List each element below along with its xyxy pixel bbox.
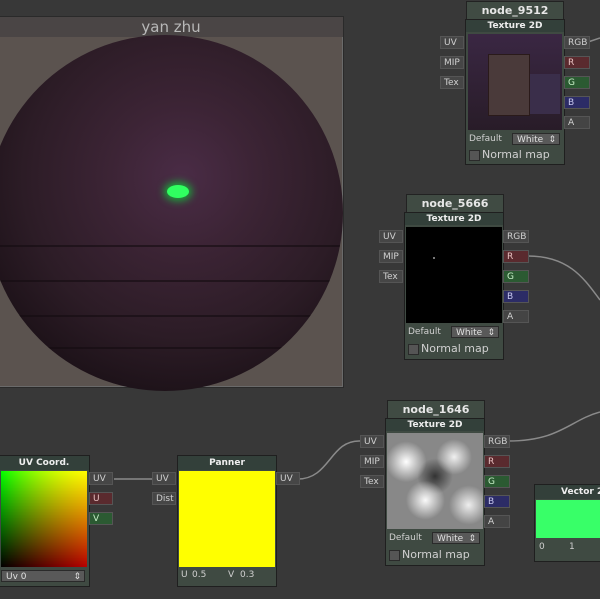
node-9512-mip-input[interactable]: MIP: [440, 56, 464, 69]
node-1646-mip-input[interactable]: MIP: [360, 455, 384, 468]
node-9512-body[interactable]: Texture 2D Default White ⇕ Normal map: [465, 19, 565, 165]
node-9512-texture-preview: [468, 34, 562, 130]
brick-line: [0, 347, 343, 349]
node-5666-mip-input[interactable]: MIP: [379, 250, 403, 263]
node-5666-r-output[interactable]: R: [503, 250, 529, 263]
node-5666-body[interactable]: Texture 2D Default White ⇕ Normal map: [404, 212, 504, 360]
preview-sphere[interactable]: [0, 35, 343, 391]
uv-channel-value: Uv 0: [6, 572, 27, 582]
node-5666-default-label: Default: [408, 327, 441, 337]
node-9512-g-output[interactable]: G: [564, 76, 590, 89]
node-1646-texture-preview: [387, 433, 483, 529]
node-1646-default-label: Default: [389, 533, 422, 543]
node-1646-normal-map-label: Normal map: [402, 548, 470, 561]
node-1646-r-output[interactable]: R: [484, 455, 510, 468]
node-1646-default-value: White: [437, 534, 464, 544]
brick-line: [0, 245, 343, 247]
node-9512-a-output[interactable]: A: [564, 116, 590, 129]
panner-node[interactable]: Panner U 0.5 V 0.3: [177, 455, 277, 587]
node-9512-default-label: Default: [469, 134, 502, 144]
dropdown-arrow-icon: ⇕: [468, 534, 476, 544]
preview-window[interactable]: yan zhu: [0, 16, 344, 391]
texture-detail: [433, 257, 435, 259]
uv-coord-title: UV Coord.: [0, 456, 89, 470]
vector-preview: [536, 500, 600, 538]
node-5666-texture-preview: [406, 227, 502, 323]
node-1646-type: Texture 2D: [386, 419, 484, 431]
glow-spot: [167, 185, 189, 198]
node-9512-normal-map-label: Normal map: [482, 148, 550, 161]
vector-node[interactable]: Vector 2 0 1: [534, 484, 600, 562]
vector-value-1[interactable]: 1: [569, 542, 575, 552]
node-5666-rgb-output[interactable]: RGB: [503, 230, 529, 243]
node-1646-normal-map-checkbox[interactable]: [389, 550, 400, 561]
wire-node1646-out: [507, 411, 600, 442]
node-5666-normal-map-checkbox[interactable]: [408, 344, 419, 355]
node-9512-uv-input[interactable]: UV: [440, 36, 464, 49]
node-5666-uv-input[interactable]: UV: [379, 230, 403, 243]
node-9512-b-output[interactable]: B: [564, 96, 590, 109]
preview-title: yan zhu: [0, 17, 343, 37]
node-5666-default-value: White: [456, 328, 483, 338]
node-9512-header[interactable]: node_9512: [466, 1, 564, 21]
node-1646-b-output[interactable]: B: [484, 495, 510, 508]
panner-uv-output[interactable]: UV: [276, 472, 300, 485]
uv-coord-u-output[interactable]: U: [89, 492, 113, 505]
node-5666-tex-input[interactable]: Tex: [379, 270, 403, 283]
uv-coord-uv-output[interactable]: UV: [89, 472, 113, 485]
vector-value-0[interactable]: 0: [539, 542, 545, 552]
node-1646-g-output[interactable]: G: [484, 475, 510, 488]
node-9512-normal-map-checkbox[interactable]: [469, 150, 480, 161]
wire-panner-node1646: [297, 440, 361, 480]
panner-dist-input[interactable]: Dist: [152, 492, 176, 505]
node-1646-uv-input[interactable]: UV: [360, 435, 384, 448]
dropdown-arrow-icon: ⇕: [548, 135, 556, 145]
panner-title: Panner: [178, 456, 276, 470]
wire-node5666-out: [527, 255, 600, 301]
uv-coord-v-output[interactable]: V: [89, 512, 113, 525]
panner-preview: [179, 471, 275, 567]
node-1646-rgb-output[interactable]: RGB: [484, 435, 510, 448]
node-9512-tex-input[interactable]: Tex: [440, 76, 464, 89]
node-9512-r-output[interactable]: R: [564, 56, 590, 69]
uv-channel-dropdown[interactable]: Uv 0 ⇕: [1, 570, 85, 582]
dropdown-arrow-icon: ⇕: [487, 328, 495, 338]
texture-detail: [530, 74, 560, 114]
node-9512-default-dropdown[interactable]: White ⇕: [512, 133, 560, 145]
node-1646-tex-input[interactable]: Tex: [360, 475, 384, 488]
node-5666-header[interactable]: node_5666: [406, 194, 504, 214]
node-5666-b-output[interactable]: B: [503, 290, 529, 303]
node-9512-default-value: White: [517, 135, 544, 145]
node-1646-header[interactable]: node_1646: [387, 400, 485, 420]
node-9512-type: Texture 2D: [466, 20, 564, 32]
panner-v-label: V: [228, 570, 235, 580]
panner-u-value[interactable]: 0.5: [192, 570, 206, 580]
dropdown-arrow-icon: ⇕: [73, 572, 81, 582]
panner-u-label: U: [181, 570, 188, 580]
node-9512-rgb-output[interactable]: RGB: [564, 36, 590, 49]
uv-gradient-overlay: [1, 471, 87, 567]
uv-coord-node[interactable]: UV Coord. Uv 0 ⇕: [0, 455, 90, 587]
node-5666-normal-map-label: Normal map: [421, 342, 489, 355]
brick-line: [0, 315, 343, 317]
node-5666-default-dropdown[interactable]: White ⇕: [451, 326, 499, 338]
texture-detail: [488, 54, 530, 116]
vector-title: Vector 2: [535, 485, 600, 499]
panner-v-value[interactable]: 0.3: [240, 570, 254, 580]
node-1646-default-dropdown[interactable]: White ⇕: [432, 532, 480, 544]
brick-line: [0, 280, 343, 282]
node-1646-body[interactable]: Texture 2D Default White ⇕ Normal map: [385, 418, 485, 566]
node-5666-a-output[interactable]: A: [503, 310, 529, 323]
panner-uv-input[interactable]: UV: [152, 472, 176, 485]
node-5666-g-output[interactable]: G: [503, 270, 529, 283]
uv-coord-preview: [1, 471, 87, 567]
node-5666-type: Texture 2D: [405, 213, 503, 225]
node-1646-a-output[interactable]: A: [484, 515, 510, 528]
